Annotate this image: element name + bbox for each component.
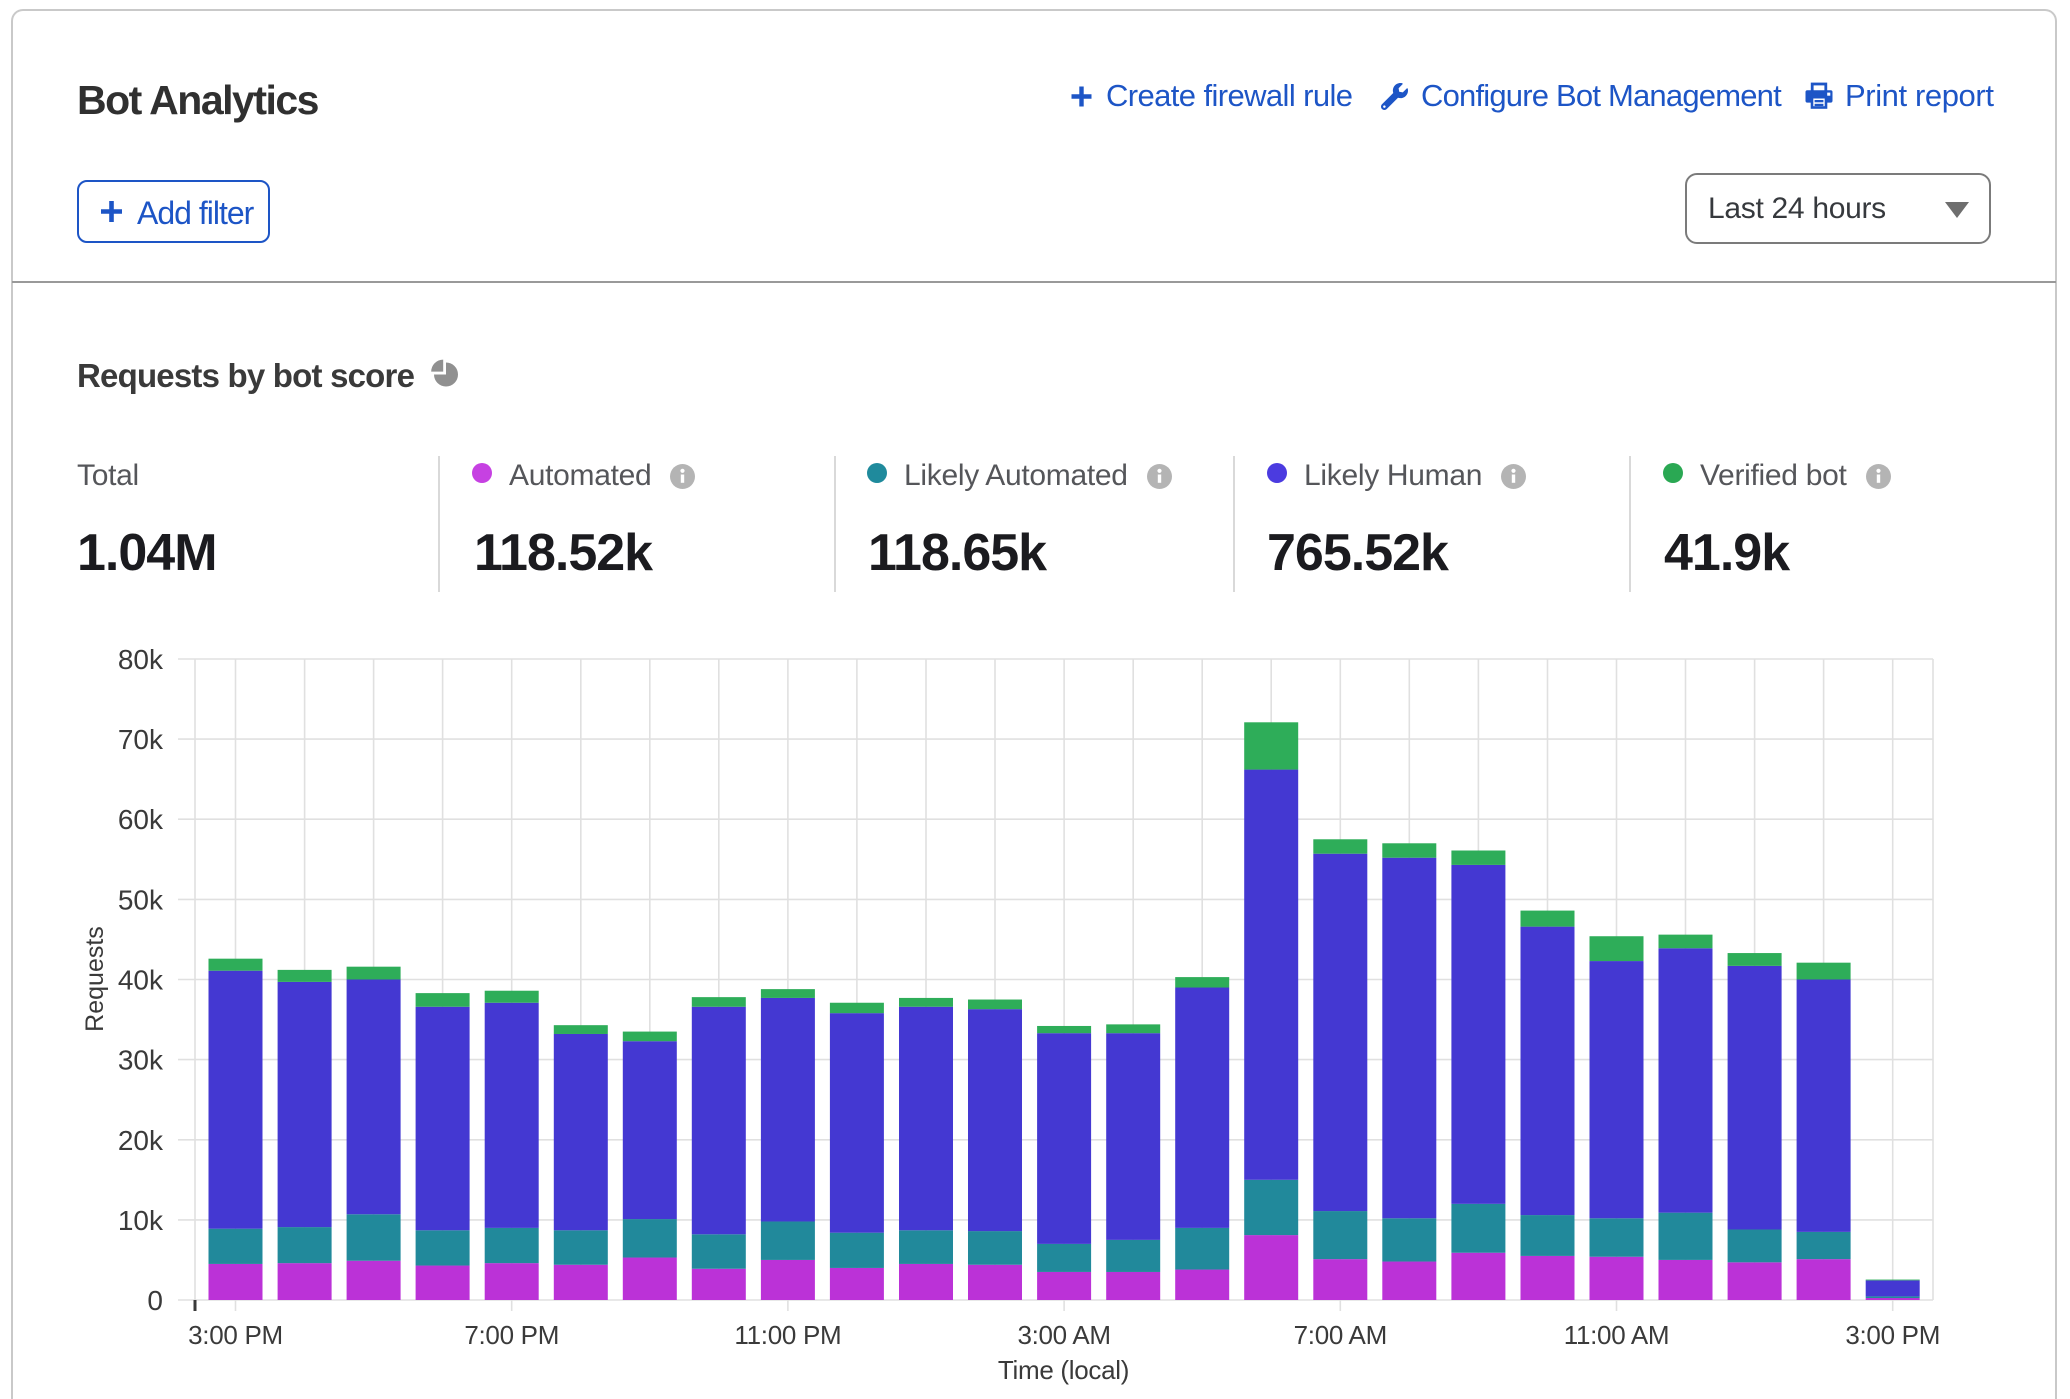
svg-text:80k: 80k: [118, 644, 164, 675]
svg-text:11:00 PM: 11:00 PM: [734, 1320, 841, 1350]
svg-text:7:00 AM: 7:00 AM: [1294, 1320, 1387, 1350]
svg-text:50k: 50k: [118, 884, 164, 915]
svg-text:Requests: Requests: [81, 926, 109, 1032]
svg-text:10k: 10k: [118, 1205, 164, 1236]
svg-text:30k: 30k: [118, 1045, 164, 1076]
svg-text:0: 0: [147, 1285, 163, 1316]
svg-text:60k: 60k: [118, 804, 164, 835]
svg-text:7:00 PM: 7:00 PM: [464, 1320, 559, 1350]
svg-text:70k: 70k: [118, 724, 164, 755]
svg-text:40k: 40k: [118, 965, 164, 996]
svg-text:20k: 20k: [118, 1125, 164, 1156]
svg-text:3:00 PM: 3:00 PM: [1845, 1320, 1940, 1350]
svg-text:Time (local): Time (local): [998, 1355, 1129, 1385]
svg-text:3:00 PM: 3:00 PM: [188, 1320, 283, 1350]
svg-text:3:00 AM: 3:00 AM: [1017, 1320, 1110, 1350]
svg-text:11:00 AM: 11:00 AM: [1564, 1320, 1670, 1350]
